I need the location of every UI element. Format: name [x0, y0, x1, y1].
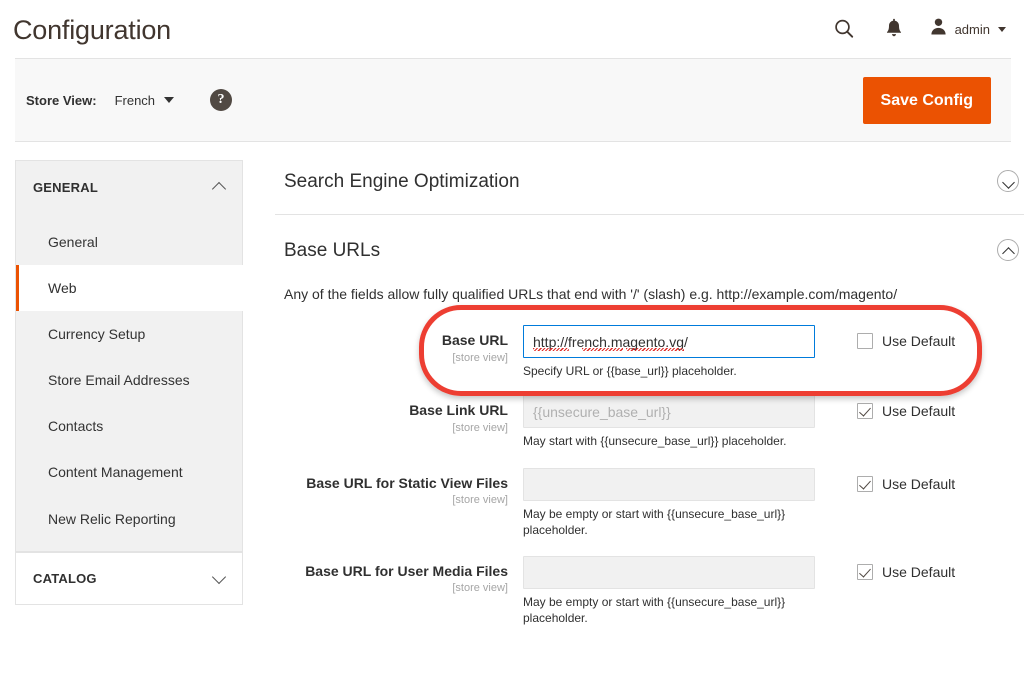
chevron-up-icon: [213, 181, 226, 194]
base-urls-form: Base URL [store view] Specify URL or {{b…: [275, 303, 1024, 626]
sidebar-section-catalog[interactable]: CATALOG: [15, 551, 243, 605]
checkbox-icon[interactable]: [857, 475, 873, 492]
sidebar-item-content-management[interactable]: Content Management: [16, 449, 242, 495]
field-scope: [store view]: [452, 494, 508, 507]
field-hint: Specify URL or {{base_url}} placeholder.: [523, 364, 737, 379]
field-label-col: Base URL for User Media Files [store vie…: [275, 556, 523, 595]
section-search-engine-optimization[interactable]: Search Engine Optimization: [275, 160, 1024, 215]
question-mark-icon[interactable]: ?: [210, 89, 233, 111]
checkbox-icon[interactable]: [857, 563, 873, 580]
store-view-bar: Store View: French ? Save Config: [15, 58, 1011, 142]
base-link-url-input[interactable]: [523, 395, 815, 429]
field-label: Base URL for Static View Files: [306, 474, 508, 491]
sidebar-item-general[interactable]: General: [16, 219, 242, 265]
checkbox-icon[interactable]: [857, 403, 873, 420]
sidebar-item-new-relic-reporting[interactable]: New Relic Reporting: [16, 496, 242, 542]
field-hint: May start with {{unsecure_base_url}} pla…: [523, 434, 787, 449]
field-control-col: Specify URL or {{base_url}} placeholder.: [523, 325, 815, 379]
admin-username: admin: [954, 21, 990, 37]
chevron-down-circle-icon[interactable]: [997, 170, 1019, 192]
base-url-user-media-files-input[interactable]: [523, 555, 815, 589]
sidebar-section-title: CATALOG: [33, 570, 97, 586]
caret-down-icon: [164, 97, 175, 103]
field-row-base-url: Base URL [store view] Specify URL or {{b…: [275, 325, 1024, 379]
field-label-col: Base Link URL [store view]: [275, 395, 523, 434]
use-default-label: Use Default: [882, 333, 956, 350]
bell-icon[interactable]: [869, 7, 919, 51]
checkbox-icon[interactable]: [857, 333, 873, 350]
use-default-label: Use Default: [882, 475, 956, 492]
sidebar-item-web[interactable]: Web: [16, 265, 243, 312]
use-default-base-link-url[interactable]: Use Default: [857, 395, 956, 420]
field-control-col: May be empty or start with {{unsecure_ba…: [523, 467, 815, 538]
config-main: Search Engine Optimization Base URLs Any…: [275, 160, 1024, 640]
chevron-up-circle-icon[interactable]: [997, 239, 1019, 261]
base-url-input[interactable]: [523, 325, 815, 359]
field-row-base-url-user-media-files: Base URL for User Media Files [store vie…: [275, 555, 1024, 626]
field-label: Base Link URL: [409, 402, 508, 419]
user-avatar-icon: [929, 17, 948, 41]
field-control-col: May be empty or start with {{unsecure_ba…: [523, 555, 815, 626]
field-control-col: May start with {{unsecure_base_url}} pla…: [523, 395, 815, 449]
sidebar-item-contacts[interactable]: Contacts: [16, 403, 242, 449]
field-row-base-url-static-view-files: Base URL for Static View Files [store vi…: [275, 467, 1024, 538]
base-url-static-view-files-input[interactable]: [523, 467, 815, 501]
field-label: Base URL for User Media Files: [305, 562, 508, 579]
base-urls-note: Any of the fields allow fully qualified …: [284, 286, 898, 302]
search-icon[interactable]: [819, 7, 869, 51]
store-view-label: Store View:: [26, 92, 97, 108]
field-label-col: Base URL [store view]: [275, 325, 523, 364]
header-actions: admin: [819, 0, 1012, 58]
use-default-base-url-static-view-files[interactable]: Use Default: [857, 468, 955, 492]
page-title: Configuration: [13, 14, 172, 45]
sidebar-section-items: General Web Currency Setup Store Email A…: [15, 213, 243, 552]
field-hint: May be empty or start with {{unsecure_ba…: [523, 594, 786, 626]
sidebar-item-store-email-addresses[interactable]: Store Email Addresses: [16, 357, 242, 403]
field-scope: [store view]: [452, 421, 508, 434]
sidebar-item-currency-setup[interactable]: Currency Setup: [16, 311, 242, 357]
chevron-down-icon: [213, 572, 226, 585]
config-sidebar: GENERAL General Web Currency Setup Store…: [15, 160, 243, 605]
section-title: Search Engine Optimization: [284, 170, 520, 192]
use-default-label: Use Default: [882, 563, 956, 580]
section-title: Base URLs: [284, 239, 381, 261]
field-hint: May be empty or start with {{unsecure_ba…: [523, 506, 786, 537]
field-label: Base URL: [441, 332, 508, 349]
page-header: Configuration admin: [0, 0, 1026, 58]
page-body: GENERAL General Web Currency Setup Store…: [0, 142, 1026, 640]
field-scope: [store view]: [452, 351, 508, 364]
sidebar-section-title: GENERAL: [33, 179, 98, 195]
field-scope: [store view]: [452, 582, 508, 595]
use-default-base-url-user-media-files[interactable]: Use Default: [857, 556, 955, 580]
sidebar-section-general[interactable]: GENERAL: [15, 160, 243, 213]
field-row-base-link-url: Base Link URL [store view] May start wit…: [275, 395, 1024, 449]
store-view-selector[interactable]: French: [114, 92, 175, 108]
use-default-label: Use Default: [882, 403, 956, 420]
use-default-base-url[interactable]: Use Default: [857, 325, 956, 350]
store-view-value: French: [114, 92, 156, 108]
caret-down-icon: [998, 26, 1006, 32]
save-config-button[interactable]: Save Config: [862, 76, 991, 124]
field-label-col: Base URL for Static View Files [store vi…: [275, 468, 523, 507]
section-base-urls[interactable]: Base URLs: [275, 215, 1024, 277]
base-url-input-wrap: [523, 325, 815, 359]
admin-menu[interactable]: admin: [919, 7, 1012, 51]
